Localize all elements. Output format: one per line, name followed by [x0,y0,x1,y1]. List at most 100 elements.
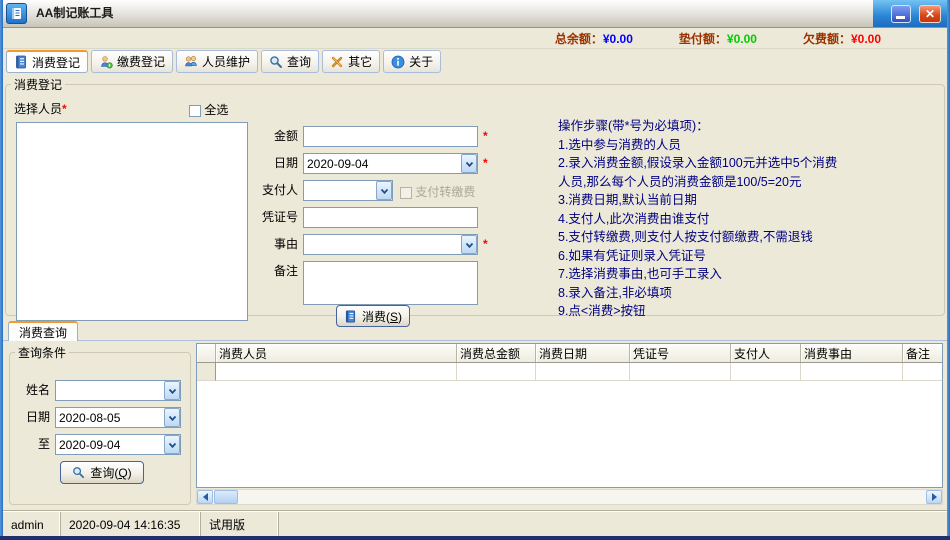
date-input[interactable] [303,153,478,174]
info-icon [391,55,405,69]
date-to-label: 至 [37,437,50,451]
minimize-button[interactable] [891,4,911,23]
notebook-icon [344,310,357,323]
instruction-line: 8.录入备注,非必填项 [558,285,672,300]
status-datetime: 2020-09-04 14:16:35 [61,512,201,537]
date-label: 日期 [273,156,298,170]
reason-label: 事由 [273,237,298,251]
window-border-left [0,0,3,540]
arrow-left-icon [202,493,208,501]
date-to-input[interactable] [55,434,181,455]
tab-label: 缴费登记 [117,55,166,69]
arrears-amount-value: ¥0.00 [850,31,881,46]
amount-input[interactable] [303,126,478,147]
tab-consume-register[interactable]: 消费登记 [6,50,89,73]
window-border-bottom [0,536,950,540]
tab-other[interactable]: 其它 [322,50,381,73]
chevron-down-icon[interactable] [461,154,477,173]
balance-summary-bar: 总余额：¥0.00 垫付额：¥0.00 欠费额：¥0.00 [3,28,947,49]
column-header[interactable]: 消费事由 [801,344,903,362]
tab-query[interactable]: 查询 [261,50,320,73]
status-empty [279,512,947,537]
tab-label: 查询 [287,55,312,69]
app-icon [6,3,27,24]
column-header[interactable]: 凭证号 [630,344,731,362]
date-from-label: 日期 [25,410,50,424]
tab-payment-register[interactable]: 缴费登记 [91,50,174,73]
column-header[interactable]: 消费日期 [536,344,630,362]
query-condition-groupbox: 查询条件 姓名 日期 至 查询(Q) [9,344,191,505]
tab-label: 其它 [348,55,373,69]
row-selector-cell[interactable] [197,363,216,381]
tabpage-divider [3,340,947,341]
reason-combobox[interactable] [303,234,478,255]
consume-button-label: 消费(S) [361,309,402,324]
payer-combobox[interactable] [303,180,393,201]
main-toolbar: 消费登记 缴费登记 人员维护 查询 其它 关于 [6,50,442,73]
chevron-down-icon[interactable] [461,235,477,254]
person-listbox[interactable] [16,122,248,321]
select-all-checkbox[interactable] [189,104,201,117]
required-marker: * [62,102,67,116]
instruction-line: 操作步骤(带*号为必填项)： [558,119,709,133]
tab-about[interactable]: 关于 [383,50,442,73]
column-header[interactable]: 备注 [903,344,942,362]
payment-icon [99,55,113,69]
column-header[interactable]: 消费总金额 [457,344,536,362]
name-combobox[interactable] [55,380,181,401]
instruction-line: 1.选中参与消费的人员 [558,137,681,152]
advance-amount: 垫付额：¥0.00 [679,30,757,47]
name-input[interactable] [55,380,181,401]
arrears-amount-label: 欠费额： [802,31,851,46]
date-combobox[interactable] [303,153,478,174]
instruction-line: 3.消费日期,默认当前日期 [558,193,697,207]
tools-icon [330,55,344,69]
pay-transfer-control: 支付转缴费 [400,183,475,200]
select-person-label: 选择人员* [14,102,67,116]
date-from-combobox[interactable] [55,407,181,428]
column-header[interactable]: 消费人员 [216,344,457,362]
query-condition-legend: 查询条件 [18,346,67,360]
reason-required-marker: * [483,237,488,251]
instruction-line: 9.点<消费>按钮 [558,304,646,318]
voucher-label: 凭证号 [261,210,298,224]
result-table[interactable]: 消费人员 消费总金额 消费日期 凭证号 支付人 消费事由 备注 [196,343,943,488]
horizontal-scrollbar[interactable] [196,489,943,505]
chevron-down-icon[interactable] [164,435,180,454]
column-header[interactable]: 支付人 [731,344,801,362]
instruction-line: 4.支付人,此次消费由谁支付 [558,211,710,226]
title-bar[interactable]: AA制记账工具 ✕ [3,0,947,28]
scroll-right-button[interactable] [926,490,942,504]
consume-button[interactable]: 消费(S) [336,305,410,327]
date-from-input[interactable] [55,407,181,428]
date-to-combobox[interactable] [55,434,181,455]
remark-textarea[interactable] [303,261,478,305]
tab-label: 人员维护 [202,55,251,69]
instruction-line: 人员,那么每个人员的消费金额是100/5=20元 [558,174,802,189]
table-row[interactable] [197,363,942,381]
chevron-down-icon[interactable] [164,381,180,400]
people-icon [184,55,198,69]
tab-label: 消费查询 [19,325,68,340]
search-icon [72,466,85,479]
close-button[interactable]: ✕ [919,4,941,23]
notebook-icon [14,55,28,69]
row-selector-header [197,344,216,362]
chevron-down-icon[interactable] [164,408,180,427]
instructions-text: 操作步骤(带*号为必填项)： 1.选中参与消费的人员 2.录入消费金额,假设录入… [558,117,940,321]
tab-person-maintenance[interactable]: 人员维护 [176,50,259,73]
tab-consume-query[interactable]: 消费查询 [8,321,79,341]
total-balance: 总余额：¥0.00 [555,30,633,47]
select-all-control[interactable]: 全选 [189,101,228,118]
reason-input[interactable] [303,234,478,255]
pay-transfer-checkbox [400,186,412,199]
query-button[interactable]: 查询(Q) [60,461,144,484]
query-button-label: 查询(Q) [90,466,132,480]
voucher-input[interactable] [303,207,478,228]
scrollbar-thumb[interactable] [214,490,238,504]
arrow-right-icon [931,493,937,501]
chevron-down-icon[interactable] [376,181,392,200]
scroll-left-button[interactable] [197,490,213,504]
window-title: AA制记账工具 [36,6,114,20]
amount-label: 金额 [273,129,298,143]
